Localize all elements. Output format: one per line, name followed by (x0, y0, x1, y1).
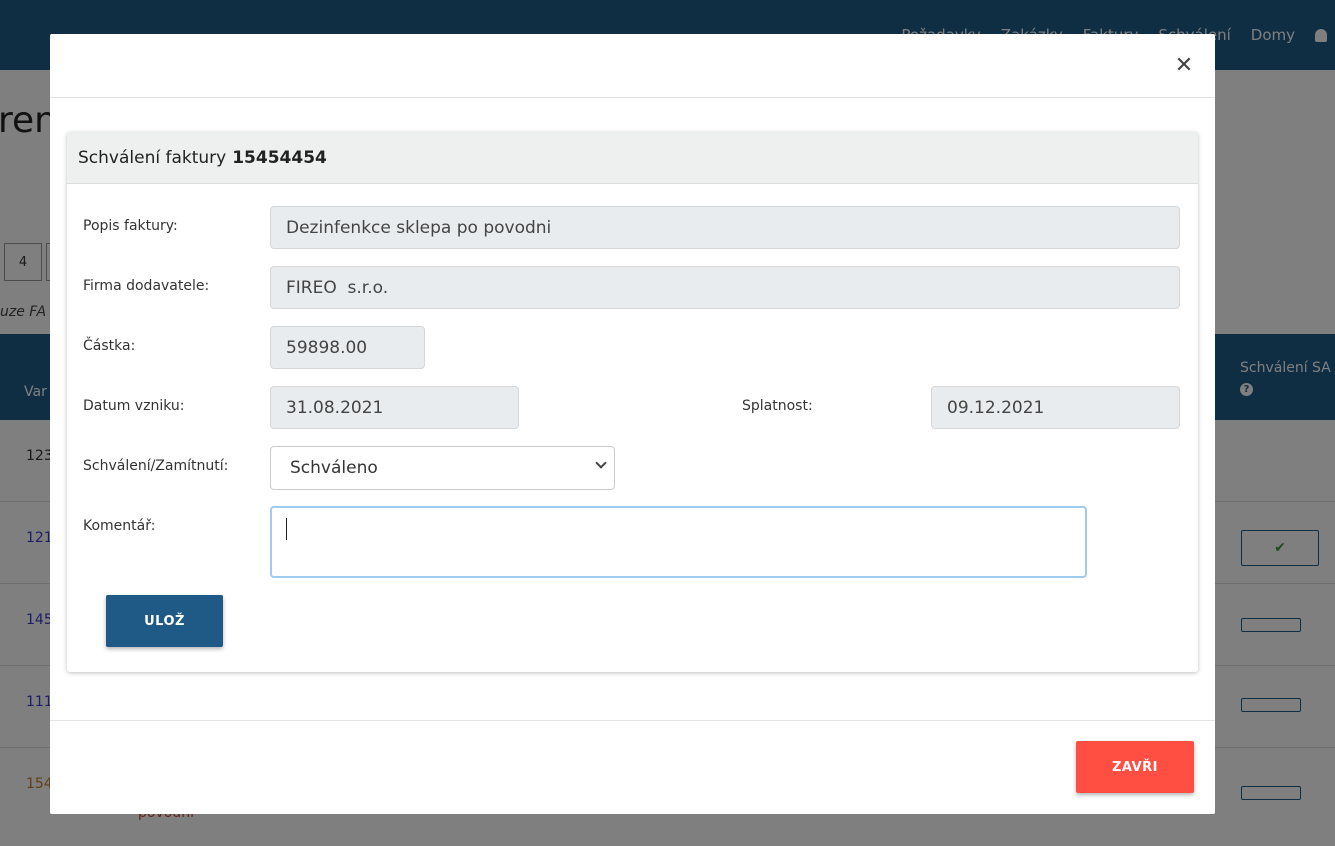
card-title: Schválení faktury 15454454 (67, 132, 1198, 184)
modal-footer (50, 720, 1215, 814)
comment-textarea[interactable] (270, 506, 1087, 578)
text-cursor (286, 518, 287, 540)
due-date-field[interactable]: 09.12.2021 (931, 386, 1180, 429)
approval-label: Schválení/Zamítnutí: (83, 458, 229, 474)
save-button[interactable]: ULOŽ (106, 595, 223, 647)
description-label: Popis faktury: (83, 218, 178, 234)
due-date-label: Splatnost: (742, 398, 813, 414)
amount-field[interactable]: 59898.00 (270, 326, 425, 369)
approval-selected-value: Schváleno (290, 458, 378, 478)
invoice-approval-modal: ✕ Schválení faktury 15454454 Popis faktu… (50, 34, 1215, 814)
created-date-field[interactable]: 31.08.2021 (270, 386, 519, 429)
supplier-field[interactable]: FIREO s.r.o. (270, 266, 1180, 309)
amount-label: Částka: (83, 338, 136, 354)
created-date-label: Datum vzniku: (83, 398, 185, 414)
card-title-prefix: Schválení faktury (78, 147, 227, 168)
comment-label: Komentář: (83, 518, 156, 534)
approval-select[interactable]: Schváleno (270, 446, 615, 490)
invoice-number: 15454454 (232, 147, 327, 168)
chevron-down-icon (595, 457, 607, 469)
description-field[interactable]: Dezinfenkce sklepa po povodni (270, 206, 1180, 249)
supplier-label: Firma dodavatele: (83, 278, 210, 294)
close-button[interactable]: ZAVŘI (1076, 741, 1194, 793)
modal-header: ✕ (50, 34, 1215, 98)
approval-card: Schválení faktury 15454454 Popis faktury… (67, 132, 1198, 672)
close-icon[interactable]: ✕ (1171, 52, 1197, 78)
